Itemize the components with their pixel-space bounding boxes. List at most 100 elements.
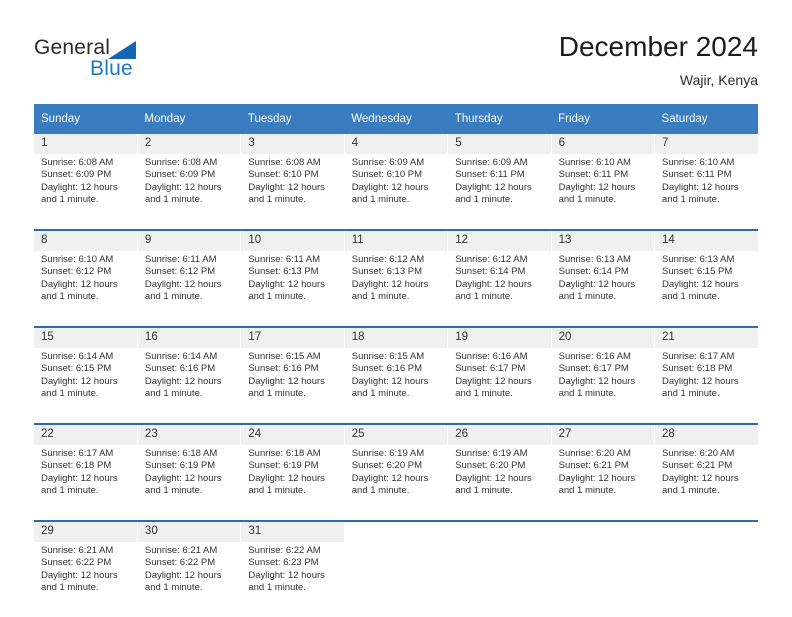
day-cell[interactable]: Sunrise: 6:14 AM Sunset: 6:16 PM Dayligh… [136, 348, 241, 423]
day-cell[interactable]: Sunrise: 6:12 AM Sunset: 6:14 PM Dayligh… [447, 251, 552, 326]
weekday-header-friday: Friday [551, 104, 655, 134]
day-cell[interactable]: Sunrise: 6:09 AM Sunset: 6:10 PM Dayligh… [343, 154, 448, 229]
daylight-text-line1: Daylight: 12 hours [351, 472, 429, 484]
daylight-text-line1: Daylight: 12 hours [558, 278, 636, 290]
day-number[interactable]: 31 [240, 522, 345, 542]
day-cell[interactable]: Sunrise: 6:08 AM Sunset: 6:10 PM Dayligh… [240, 154, 345, 229]
page-title: December 2024 [558, 31, 758, 62]
sunrise-text: Sunrise: 6:12 AM [351, 254, 425, 265]
day-number[interactable]: 15 [34, 328, 138, 348]
day-cell[interactable]: Sunrise: 6:10 AM Sunset: 6:11 PM Dayligh… [550, 154, 655, 229]
day-cell[interactable]: Sunrise: 6:08 AM Sunset: 6:09 PM Dayligh… [34, 154, 138, 229]
day-cell[interactable]: Sunrise: 6:17 AM Sunset: 6:18 PM Dayligh… [654, 348, 758, 423]
daylight-text-line1: Daylight: 12 hours [41, 472, 118, 484]
general-blue-logo[interactable]: General Blue [34, 36, 234, 86]
day-number[interactable]: 7 [654, 134, 758, 154]
sunset-text: Sunset: 6:17 PM [455, 363, 526, 375]
day-cell[interactable]: Sunrise: 6:21 AM Sunset: 6:22 PM Dayligh… [136, 542, 241, 617]
day-cell[interactable]: Sunrise: 6:21 AM Sunset: 6:22 PM Dayligh… [34, 542, 138, 617]
week-row-details: Sunrise: 6:10 AM Sunset: 6:12 PM Dayligh… [34, 251, 758, 326]
day-number[interactable]: 3 [240, 134, 345, 154]
day-cell[interactable]: Sunrise: 6:13 AM Sunset: 6:15 PM Dayligh… [654, 251, 758, 326]
day-number[interactable]: 11 [343, 231, 448, 251]
day-number[interactable]: 25 [343, 425, 448, 445]
day-number[interactable]: 19 [447, 328, 552, 348]
location-subtitle: Wajir, Kenya [679, 72, 758, 88]
daylight-text-line2: and 1 minute. [41, 291, 99, 303]
day-cell[interactable]: Sunrise: 6:19 AM Sunset: 6:20 PM Dayligh… [447, 445, 552, 520]
week-row-details: Sunrise: 6:17 AM Sunset: 6:18 PM Dayligh… [34, 445, 758, 520]
day-number[interactable]: 17 [240, 328, 345, 348]
day-cell[interactable]: Sunrise: 6:16 AM Sunset: 6:17 PM Dayligh… [550, 348, 655, 423]
day-number[interactable]: 14 [654, 231, 758, 251]
day-number[interactable]: 21 [654, 328, 758, 348]
day-cell[interactable]: Sunrise: 6:20 AM Sunset: 6:21 PM Dayligh… [550, 445, 655, 520]
daylight-text-line1: Daylight: 12 hours [144, 569, 222, 581]
calendar-body: 1 2 3 4 5 6 7 Sunrise: 6:08 AM Sunset: 6… [34, 134, 758, 617]
sunset-text: Sunset: 6:11 PM [662, 169, 732, 181]
daylight-text-line1: Daylight: 12 hours [144, 278, 222, 290]
day-cell[interactable]: Sunrise: 6:11 AM Sunset: 6:12 PM Dayligh… [136, 251, 241, 326]
day-number[interactable]: 18 [343, 328, 448, 348]
day-cell[interactable]: Sunrise: 6:17 AM Sunset: 6:18 PM Dayligh… [34, 445, 138, 520]
daylight-text-line2: and 1 minute. [248, 388, 306, 400]
page-header: General Blue December 2024 Wajir, Kenya [0, 0, 792, 98]
day-cell[interactable]: Sunrise: 6:10 AM Sunset: 6:11 PM Dayligh… [654, 154, 758, 229]
day-number[interactable]: 13 [550, 231, 655, 251]
day-number[interactable]: 10 [240, 231, 345, 251]
day-number[interactable]: 30 [136, 522, 241, 542]
daylight-text-line2: and 1 minute. [144, 582, 203, 594]
day-cell[interactable]: Sunrise: 6:22 AM Sunset: 6:23 PM Dayligh… [240, 542, 345, 617]
sunrise-text: Sunrise: 6:18 AM [248, 448, 321, 459]
day-cell[interactable]: Sunrise: 6:18 AM Sunset: 6:19 PM Dayligh… [240, 445, 345, 520]
sunrise-text: Sunrise: 6:20 AM [558, 448, 631, 459]
day-number[interactable]: 12 [447, 231, 552, 251]
sunrise-text: Sunrise: 6:09 AM [455, 157, 528, 168]
day-number[interactable]: 22 [34, 425, 138, 445]
day-cell[interactable]: Sunrise: 6:13 AM Sunset: 6:14 PM Dayligh… [550, 251, 655, 326]
day-number[interactable]: 20 [550, 328, 655, 348]
day-cell[interactable]: Sunrise: 6:20 AM Sunset: 6:21 PM Dayligh… [654, 445, 758, 520]
daylight-text-line1: Daylight: 12 hours [248, 569, 325, 581]
day-number[interactable]: 27 [550, 425, 655, 445]
day-number[interactable]: 28 [654, 425, 758, 445]
day-number[interactable]: 1 [34, 134, 138, 154]
calendar-table: Sunday Monday Tuesday Wednesday Thursday… [34, 104, 758, 617]
daylight-text-line1: Daylight: 12 hours [41, 278, 118, 290]
daylight-text-line1: Daylight: 12 hours [558, 472, 636, 484]
day-number[interactable]: 23 [136, 425, 241, 445]
weekday-header-sunday: Sunday [34, 104, 138, 134]
day-cell[interactable]: Sunrise: 6:19 AM Sunset: 6:20 PM Dayligh… [343, 445, 448, 520]
sunrise-text: Sunrise: 6:17 AM [662, 351, 735, 362]
day-number[interactable]: 4 [343, 134, 448, 154]
daylight-text-line1: Daylight: 12 hours [351, 278, 429, 290]
daylight-text-line2: and 1 minute. [41, 582, 99, 594]
day-cell[interactable]: Sunrise: 6:18 AM Sunset: 6:19 PM Dayligh… [136, 445, 241, 520]
day-cell[interactable]: Sunrise: 6:09 AM Sunset: 6:11 PM Dayligh… [447, 154, 552, 229]
day-number[interactable]: 5 [447, 134, 552, 154]
day-number[interactable]: 24 [240, 425, 345, 445]
sunset-text: Sunset: 6:15 PM [662, 266, 733, 278]
daylight-text-line2: and 1 minute. [144, 194, 203, 206]
daylight-text-line1: Daylight: 12 hours [455, 181, 532, 193]
day-number[interactable]: 16 [136, 328, 241, 348]
sunset-text: Sunset: 6:11 PM [558, 169, 629, 181]
day-number[interactable]: 2 [136, 134, 241, 154]
day-number[interactable]: 8 [34, 231, 138, 251]
day-cell[interactable]: Sunrise: 6:12 AM Sunset: 6:13 PM Dayligh… [343, 251, 448, 326]
day-cell[interactable]: Sunrise: 6:15 AM Sunset: 6:16 PM Dayligh… [343, 348, 448, 423]
day-cell[interactable]: Sunrise: 6:15 AM Sunset: 6:16 PM Dayligh… [240, 348, 345, 423]
day-cell[interactable]: Sunrise: 6:14 AM Sunset: 6:15 PM Dayligh… [34, 348, 138, 423]
day-number[interactable]: 9 [136, 231, 241, 251]
day-number[interactable]: 6 [550, 134, 655, 154]
day-cell[interactable]: Sunrise: 6:16 AM Sunset: 6:17 PM Dayligh… [447, 348, 552, 423]
sunrise-text: Sunrise: 6:19 AM [351, 448, 425, 459]
day-cell[interactable]: Sunrise: 6:08 AM Sunset: 6:09 PM Dayligh… [136, 154, 241, 229]
day-number[interactable]: 29 [34, 522, 138, 542]
day-cell[interactable]: Sunrise: 6:10 AM Sunset: 6:12 PM Dayligh… [34, 251, 138, 326]
day-cell[interactable]: Sunrise: 6:11 AM Sunset: 6:13 PM Dayligh… [240, 251, 345, 326]
daylight-text-line1: Daylight: 12 hours [41, 375, 118, 387]
sunset-text: Sunset: 6:22 PM [144, 557, 216, 569]
day-number[interactable]: 26 [447, 425, 552, 445]
sunrise-text: Sunrise: 6:14 AM [144, 351, 218, 362]
